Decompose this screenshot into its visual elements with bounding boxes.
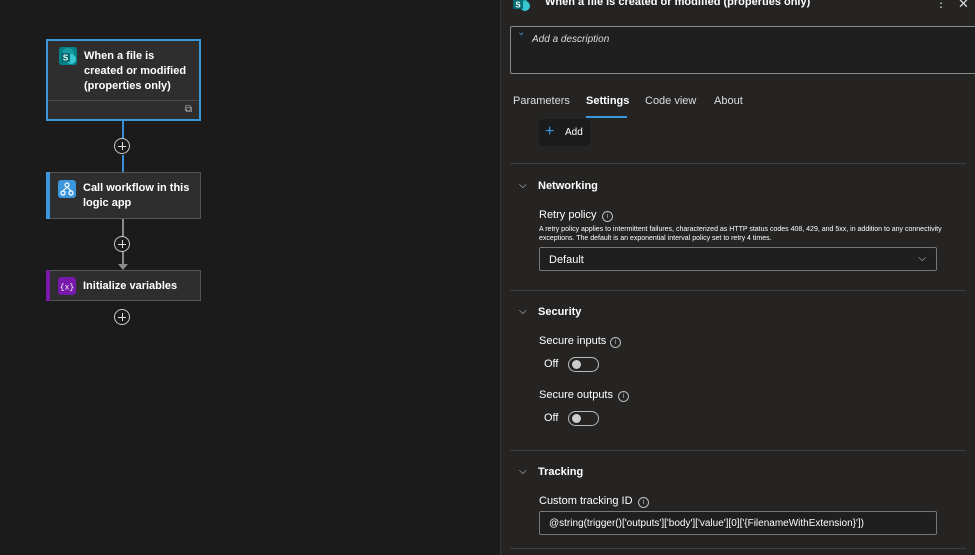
tab-about[interactable]: About <box>714 95 743 107</box>
workflow-icon <box>58 180 76 198</box>
divider <box>510 450 966 451</box>
initialize-variables-card[interactable]: {x} Initialize variables <box>46 270 201 301</box>
secure-inputs-label: Secure inputs <box>539 335 607 347</box>
networking-section-title[interactable]: Networking <box>538 180 598 192</box>
chevron-down-icon[interactable]: ⌵ <box>519 466 527 477</box>
more-options-icon[interactable]: ⋮ <box>935 0 947 10</box>
designer-canvas: S When a file is created or modified (pr… <box>0 0 500 555</box>
connector-line <box>122 155 124 172</box>
call-workflow-card[interactable]: Call workflow in this logic app <box>46 172 201 219</box>
retry-policy-help: A retry policy applies to intermittent f… <box>539 226 942 242</box>
secure-inputs-state: Off <box>544 358 559 370</box>
close-icon[interactable]: ✕ <box>958 0 969 12</box>
toggle-knob <box>572 414 581 423</box>
add-step-plus-icon[interactable] <box>114 309 130 325</box>
tab-settings[interactable]: Settings <box>586 95 629 107</box>
security-section-title[interactable]: Security <box>538 306 581 318</box>
add-button-label: Add <box>565 127 583 138</box>
custom-tracking-id-value: @string(trigger()['outputs']['body']['va… <box>549 518 865 529</box>
retry-policy-label: Retry policy <box>539 209 597 221</box>
trigger-card[interactable]: S When a file is created or modified (pr… <box>46 39 201 121</box>
call-workflow-title: Call workflow in this logic app <box>83 182 190 209</box>
description-field[interactable]: ⌄ Add a description <box>510 26 975 74</box>
divider <box>510 290 966 291</box>
connector-line <box>122 121 124 139</box>
chevron-down-icon[interactable]: ⌄ <box>517 27 525 38</box>
divider <box>510 548 966 549</box>
secure-inputs-toggle[interactable] <box>568 357 599 372</box>
connector-line <box>122 252 124 264</box>
custom-tracking-id-label: Custom tracking ID <box>539 495 633 507</box>
panel-title: When a file is created or modified (prop… <box>545 0 811 8</box>
variables-icon: {x} <box>58 277 76 295</box>
sharepoint-icon: S <box>59 47 77 65</box>
card-footer: ⧉ <box>48 100 199 119</box>
svg-text:S: S <box>515 1 521 10</box>
sharepoint-icon: S <box>511 0 531 14</box>
chevron-down-icon[interactable]: ⌵ <box>519 180 527 191</box>
trigger-card-title: When a file is created or modified (prop… <box>84 50 187 92</box>
insert-step-plus-icon[interactable] <box>114 236 130 252</box>
tracking-section-title[interactable]: Tracking <box>538 466 583 478</box>
toggle-knob <box>572 360 581 369</box>
connector-line <box>122 219 124 237</box>
svg-text:S: S <box>63 54 69 63</box>
secure-outputs-toggle[interactable] <box>568 411 599 426</box>
divider <box>510 163 966 164</box>
retry-policy-value: Default <box>549 254 584 266</box>
tab-parameters[interactable]: Parameters <box>513 95 570 107</box>
custom-tracking-id-input[interactable]: @string(trigger()['outputs']['body']['va… <box>539 511 937 535</box>
details-panel: S When a file is created or modified (pr… <box>500 0 975 555</box>
plus-icon: + <box>545 123 555 140</box>
add-button[interactable]: + Add <box>539 119 590 146</box>
tab-code-view[interactable]: Code view <box>645 95 696 107</box>
card-accent-stripe <box>46 270 50 301</box>
info-icon[interactable]: i <box>610 337 621 348</box>
secure-outputs-label: Secure outputs <box>539 389 613 401</box>
chevron-down-icon[interactable]: ⌵ <box>519 306 527 317</box>
connection-link-icon[interactable]: ⧉ <box>185 104 192 115</box>
active-tab-indicator <box>586 116 627 118</box>
info-icon[interactable]: i <box>602 211 613 222</box>
card-accent-stripe <box>46 172 50 219</box>
svg-text:{x}: {x} <box>60 284 74 293</box>
initialize-variables-title: Initialize variables <box>83 280 178 292</box>
retry-policy-dropdown[interactable]: Default ⌵ <box>539 247 937 271</box>
info-icon[interactable]: i <box>638 497 649 508</box>
secure-outputs-state: Off <box>544 412 559 424</box>
description-placeholder: Add a description <box>532 34 610 45</box>
info-icon[interactable]: i <box>618 391 629 402</box>
insert-step-plus-icon[interactable] <box>114 138 130 154</box>
chevron-down-icon: ⌵ <box>918 253 926 264</box>
